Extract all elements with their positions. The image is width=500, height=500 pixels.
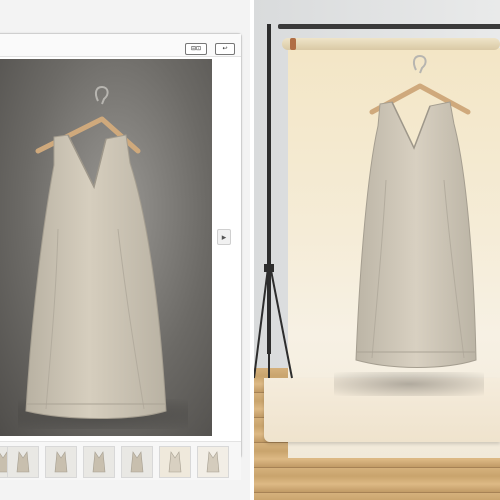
- main-product-photo[interactable]: [0, 59, 212, 436]
- toolbar-back-button[interactable]: ↩: [215, 43, 235, 55]
- image-viewer-window: ⊟⊡ ↩ ▸: [0, 33, 242, 480]
- thumbnail-3[interactable]: [45, 446, 77, 478]
- viewer-toolbar: ⊟⊡ ↩: [0, 34, 241, 57]
- linen-dress-image: [355, 101, 477, 368]
- thumbnail-6[interactable]: [159, 446, 191, 478]
- thumbnail-7[interactable]: [197, 446, 229, 478]
- thumbnail-5[interactable]: [121, 446, 153, 478]
- thumbnail-strip: [0, 441, 241, 480]
- next-image-arrow[interactable]: ▸: [217, 229, 231, 245]
- toolbar-view-button[interactable]: ⊟⊡: [185, 43, 207, 55]
- thumbnail-2[interactable]: [7, 446, 39, 478]
- studio-photo-panel: [254, 0, 500, 500]
- linen-dress-image: [25, 134, 167, 419]
- left-panel: ⊟⊡ ↩ ▸: [0, 0, 250, 500]
- thumbnail-4[interactable]: [83, 446, 115, 478]
